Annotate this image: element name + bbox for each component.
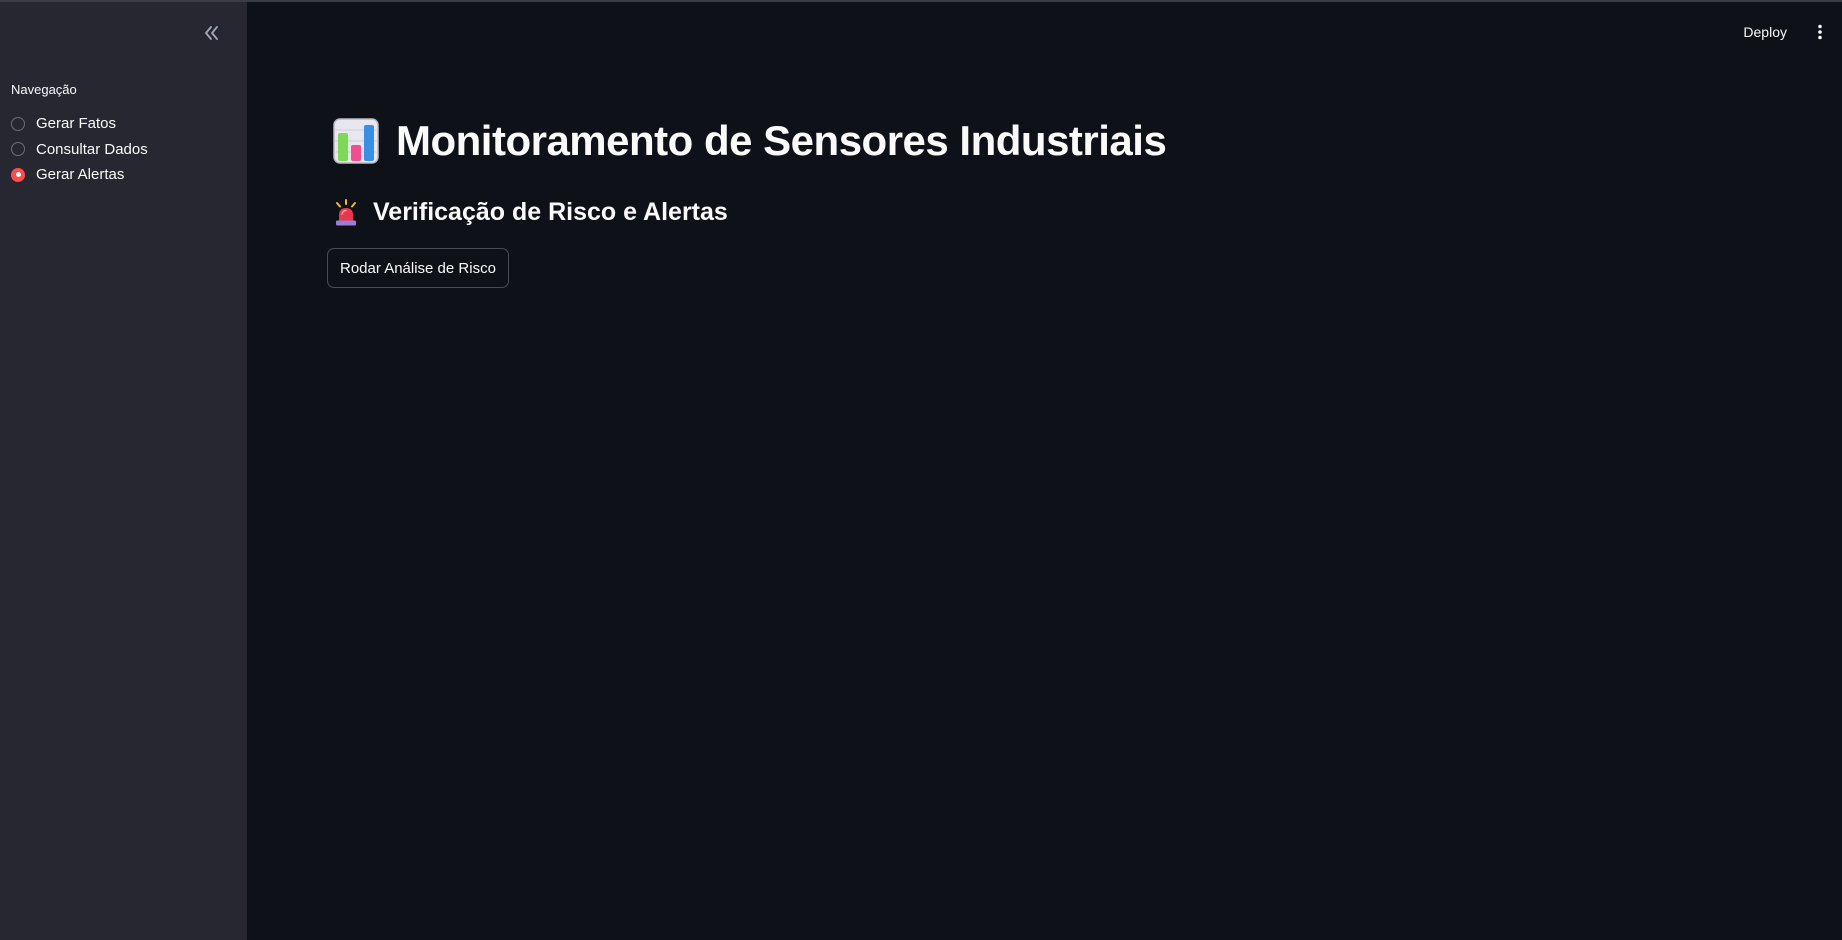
main-menu-button[interactable] — [1809, 20, 1831, 44]
header-toolbar: Deploy — [1743, 20, 1842, 44]
radio-label: Gerar Alertas — [36, 166, 125, 184]
top-border — [0, 0, 1842, 2]
vertical-dots-icon — [1818, 24, 1822, 40]
radio-button[interactable] — [11, 116, 25, 131]
page-title: Monitoramento de Sensores Industriais — [396, 117, 1167, 164]
deploy-button[interactable]: Deploy — [1743, 24, 1787, 40]
radio-label: Consultar Dados — [36, 140, 148, 158]
section-title: Verificação de Risco e Alertas — [373, 198, 728, 226]
radio-label: Gerar Fatos — [36, 115, 117, 133]
run-risk-analysis-button[interactable]: Rodar Análise de Risco — [327, 248, 509, 288]
app: Navegação Gerar Fatos Consultar Dados Ge… — [0, 0, 1842, 940]
radio-option-gerar-fatos[interactable]: Gerar Fatos — [11, 111, 148, 137]
sidebar: Navegação Gerar Fatos Consultar Dados Ge… — [0, 2, 247, 940]
radio-button-selected[interactable] — [11, 167, 25, 182]
chevron-double-left-icon — [205, 26, 218, 40]
rotating-light-icon — [336, 198, 356, 225]
radio-button[interactable] — [11, 142, 25, 157]
page-title-row: Monitoramento de Sensores Industriais — [333, 117, 1167, 165]
section-header-row: Verificação de Risco e Alertas — [333, 198, 728, 227]
collapse-sidebar-button[interactable] — [198, 20, 224, 46]
radio-option-gerar-alertas[interactable]: Gerar Alertas — [11, 162, 148, 188]
radio-option-consultar-dados[interactable]: Consultar Dados — [11, 137, 148, 163]
bar-chart-icon — [333, 118, 379, 164]
navigation-label: Navegação — [11, 82, 77, 97]
navigation-radio-group: Gerar Fatos Consultar Dados Gerar Alerta… — [11, 111, 148, 188]
